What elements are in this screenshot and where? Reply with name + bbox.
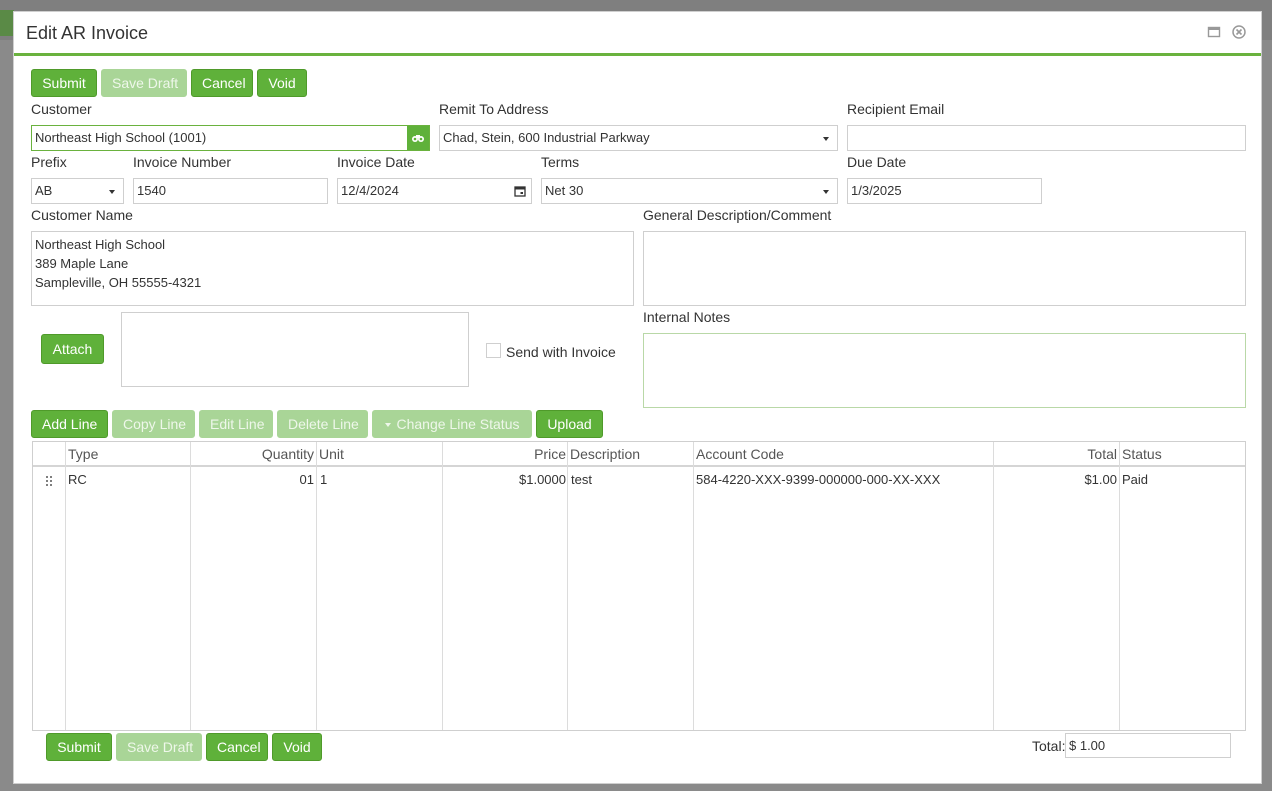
due-date-field[interactable]: 1/3/2025 (847, 178, 1042, 204)
column-header-quantity[interactable]: Quantity (193, 446, 314, 462)
background-accent (0, 10, 14, 36)
grid-divider (993, 442, 994, 730)
invoice-date-value: 12/4/2024 (341, 183, 399, 198)
grid-divider (1119, 442, 1120, 730)
internal-notes-textarea[interactable] (643, 333, 1246, 408)
customer-city-line: Sampleville, OH 55555-4321 (35, 275, 202, 290)
terms-label: Terms (541, 154, 580, 170)
due-date-label: Due Date (847, 154, 907, 170)
terms-value: Net 30 (545, 183, 584, 198)
prefix-label: Prefix (31, 154, 67, 170)
caret-down-icon (384, 423, 391, 428)
footer-cancel-button[interactable]: Cancel (206, 733, 268, 761)
dialog-header: Edit AR Invoice (14, 12, 1261, 56)
column-header-type[interactable]: Type (68, 446, 98, 462)
column-header-status[interactable]: Status (1122, 446, 1162, 462)
attach-button[interactable]: Attach (41, 334, 104, 364)
change-line-status-button[interactable]: Change Line Status (372, 410, 532, 438)
maximize-icon[interactable] (1207, 25, 1221, 39)
customer-address-line: 389 Maple Lane (35, 256, 129, 271)
upload-button[interactable]: Upload (536, 410, 603, 438)
recipient-email-label: Recipient Email (847, 101, 945, 117)
cell-total: $1.00 (1084, 472, 1117, 487)
grid-divider (316, 442, 317, 730)
dialog-title: Edit AR Invoice (26, 23, 149, 43)
grid-divider (693, 442, 694, 730)
total-field: $ 1.00 (1065, 733, 1231, 758)
cell-price: $1.0000 (519, 472, 566, 487)
chevron-down-icon (823, 137, 829, 141)
cell-unit: 1 (320, 472, 328, 487)
calendar-icon[interactable] (514, 185, 526, 197)
recipient-email-field[interactable] (847, 125, 1246, 151)
grid-divider (567, 442, 568, 730)
prefix-select[interactable]: AB (31, 178, 124, 204)
chevron-down-icon (823, 190, 829, 194)
total-label: Total: (1032, 738, 1066, 754)
customer-name-line: Northeast High School (35, 237, 166, 252)
cell-status: Paid (1122, 472, 1149, 487)
save-draft-button[interactable]: Save Draft (101, 69, 187, 97)
send-with-invoice-label: Send with Invoice (506, 344, 616, 360)
change-line-status-label: Change Line Status (396, 416, 520, 432)
invoice-lines-grid: Type Quantity Unit Price Description Acc… (32, 441, 1246, 731)
submit-button[interactable]: Submit (31, 69, 97, 97)
footer-save-draft-button[interactable]: Save Draft (116, 733, 202, 761)
invoice-date-label: Invoice Date (337, 154, 415, 170)
prefix-value: AB (35, 183, 53, 198)
copy-line-button[interactable]: Copy Line (112, 410, 195, 438)
edit-invoice-dialog: Edit AR Invoice Submit Save Draft Cancel… (13, 11, 1262, 784)
add-line-button[interactable]: Add Line (31, 410, 108, 438)
customer-field[interactable]: Northeast High School (1001) (31, 125, 430, 151)
customer-lookup-button[interactable] (407, 126, 429, 150)
grid-divider (65, 442, 66, 730)
invoice-number-label: Invoice Number (133, 154, 232, 170)
grid-divider (442, 442, 443, 730)
customer-label: Customer (31, 101, 92, 117)
internal-notes-label: Internal Notes (643, 309, 731, 325)
remit-to-select[interactable]: Chad, Stein, 600 Industrial Parkway (439, 125, 838, 151)
column-header-description[interactable]: Description (570, 446, 640, 462)
customer-value: Northeast High School (1001) (35, 130, 207, 145)
void-button[interactable]: Void (257, 69, 307, 97)
send-with-invoice-checkbox[interactable] (486, 343, 501, 358)
invoice-date-field[interactable]: 12/4/2024 (337, 178, 532, 204)
binoculars-icon (412, 135, 424, 142)
delete-line-button[interactable]: Delete Line (277, 410, 368, 438)
drag-handle-icon[interactable] (45, 475, 53, 487)
general-description-textarea[interactable] (643, 231, 1246, 306)
column-header-price[interactable]: Price (445, 446, 566, 462)
column-header-account-code[interactable]: Account Code (696, 446, 784, 462)
close-icon[interactable] (1232, 25, 1246, 39)
edit-line-button[interactable]: Edit Line (199, 410, 273, 438)
customer-name-textarea[interactable]: Northeast High School 389 Maple Lane Sam… (31, 231, 634, 306)
terms-select[interactable]: Net 30 (541, 178, 838, 204)
footer-void-button[interactable]: Void (272, 733, 322, 761)
cell-quantity: 01 (299, 472, 314, 487)
remit-to-value: Chad, Stein, 600 Industrial Parkway (443, 130, 650, 145)
cell-type: RC (68, 472, 87, 487)
cell-description: test (571, 472, 592, 487)
cancel-button[interactable]: Cancel (191, 69, 253, 97)
cell-account-code: 584-4220-XXX-9399-000000-000-XX-XXX (696, 472, 941, 487)
invoice-number-field[interactable]: 1540 (133, 178, 328, 204)
customer-name-label: Customer Name (31, 207, 133, 223)
attachment-dropzone[interactable] (121, 312, 469, 387)
grid-divider (190, 442, 191, 730)
remit-to-label: Remit To Address (439, 101, 549, 117)
column-header-total[interactable]: Total (996, 446, 1117, 462)
footer-submit-button[interactable]: Submit (46, 733, 112, 761)
column-header-unit[interactable]: Unit (319, 446, 344, 462)
general-description-label: General Description/Comment (643, 207, 832, 223)
chevron-down-icon (109, 190, 115, 194)
